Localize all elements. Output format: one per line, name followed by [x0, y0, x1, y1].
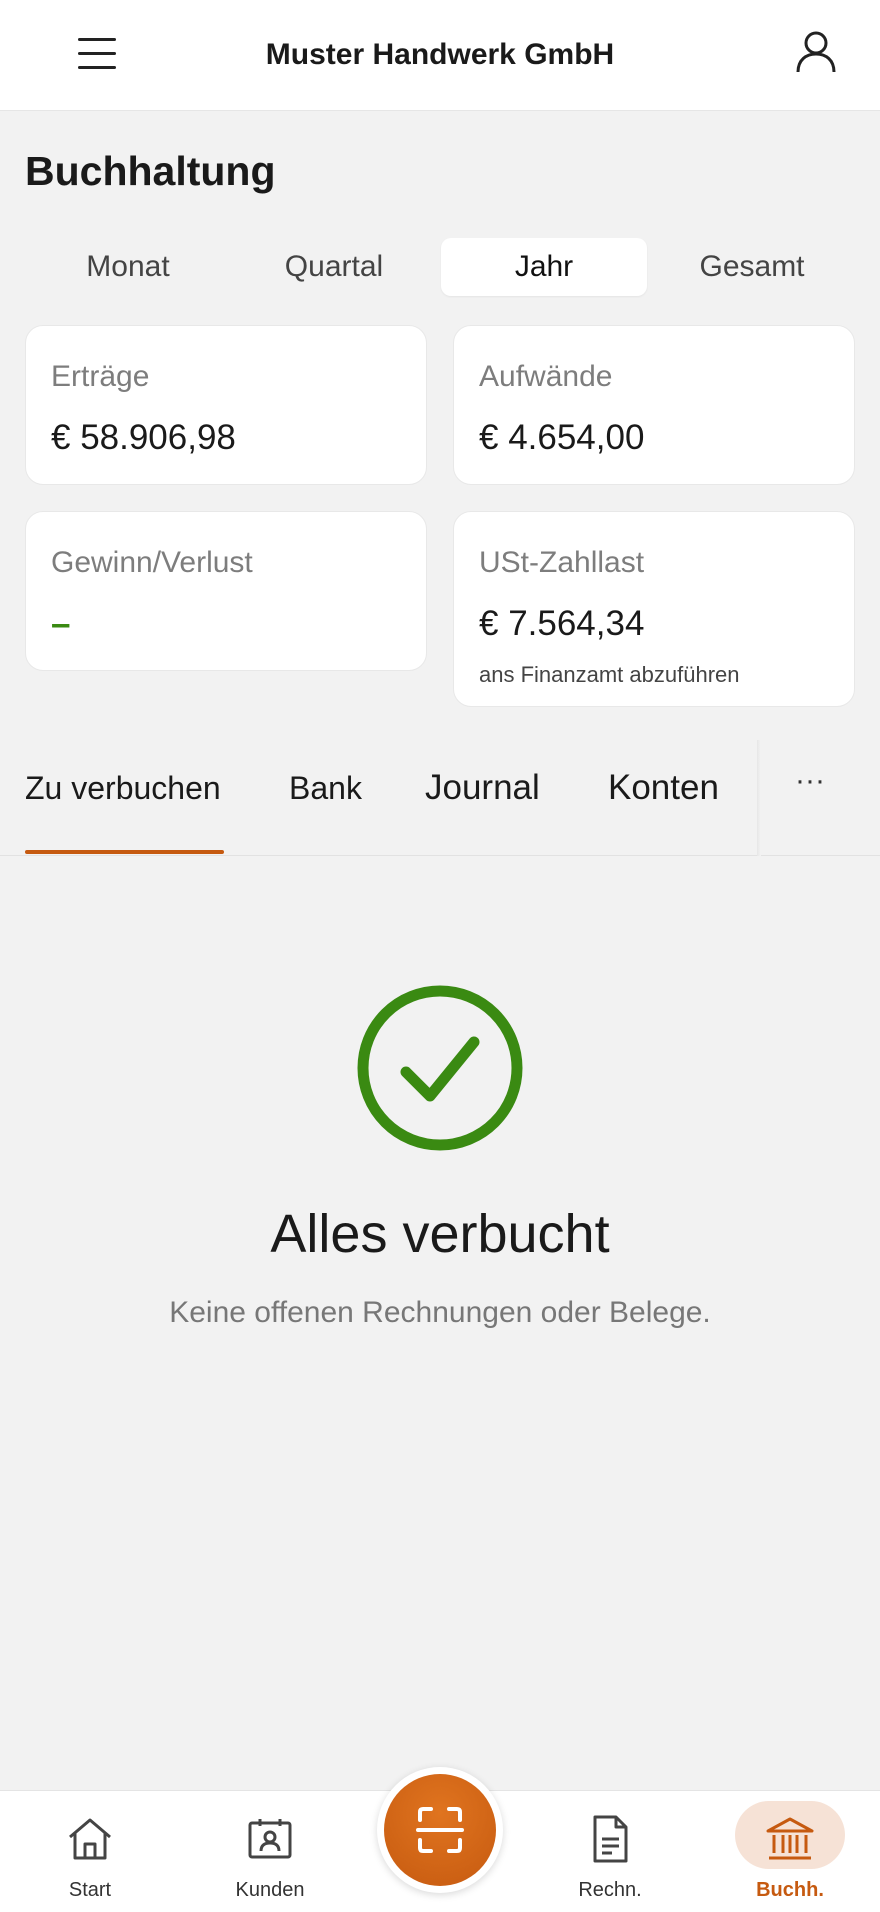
tab-journal[interactable]: Journal [425, 768, 540, 808]
user-profile-icon[interactable] [790, 26, 842, 78]
tab-bank[interactable]: Bank [289, 770, 362, 807]
document-icon [582, 1811, 638, 1867]
kpi-note: ans Finanzamt abzuführen [479, 662, 740, 687]
period-segmented-control: Monat Quartal Jahr Gesamt [25, 238, 855, 296]
scan-icon [416, 1807, 464, 1853]
nav-item-rechnungen[interactable]: Rechn. [550, 1791, 670, 1912]
scan-document-button[interactable] [377, 1767, 503, 1893]
active-tab-indicator [25, 850, 224, 854]
home-icon [62, 1811, 118, 1867]
kpi-card-ust-zahllast: USt-Zahllast € 7.564,34 ans Finanzamt ab… [453, 511, 855, 707]
kpi-value: € 58.906,98 [51, 418, 236, 457]
nav-item-kunden[interactable]: Kunden [210, 1791, 330, 1912]
period-tab-quartal[interactable]: Quartal [231, 238, 437, 296]
scan-button-face [384, 1774, 496, 1886]
period-tab-monat[interactable]: Monat [25, 238, 231, 296]
checkmark-success-icon [356, 984, 524, 1152]
kpi-value: € 7.564,34 [479, 604, 645, 643]
company-title: Muster Handwerk GmbH [265, 38, 615, 71]
empty-state-subtitle: Keine offenen Rechnungen oder Belege. [169, 1296, 711, 1329]
kpi-label: Gewinn/Verlust [51, 546, 253, 579]
nav-item-buchhaltung[interactable]: Buchh. [730, 1791, 850, 1912]
nav-label: Buchh. [756, 1879, 824, 1901]
kpi-card-ertraege: Erträge € 58.906,98 [25, 325, 427, 485]
contacts-icon [242, 1811, 298, 1867]
tab-konten[interactable]: Konten [608, 768, 719, 808]
nav-label: Start [68, 1879, 112, 1901]
page-title: Buchhaltung [25, 148, 276, 194]
kpi-card-aufwaende: Aufwände € 4.654,00 [453, 325, 855, 485]
content-tab-bar: Zu verbuchen Bank Journal Konten ··· [0, 740, 880, 856]
top-app-bar: Muster Handwerk GmbH [0, 0, 880, 111]
kpi-label: Aufwände [479, 360, 613, 393]
nav-item-start[interactable]: Start [30, 1791, 150, 1912]
bank-icon [762, 1811, 818, 1867]
kpi-value: € 4.654,00 [479, 418, 645, 457]
period-tab-jahr[interactable]: Jahr [441, 238, 647, 296]
kpi-label: Erträge [51, 360, 150, 393]
kpi-value: – [51, 604, 71, 643]
nav-label: Rechn. [578, 1879, 642, 1901]
tab-zu-verbuchen[interactable]: Zu verbuchen [25, 770, 221, 807]
nav-label: Kunden [235, 1879, 305, 1901]
empty-state-title: Alles verbucht [270, 1204, 610, 1264]
kpi-card-gewinn-verlust: Gewinn/Verlust – [25, 511, 427, 671]
period-tab-gesamt[interactable]: Gesamt [649, 238, 855, 296]
tab-scroll-divider [757, 740, 761, 856]
more-options-icon[interactable]: ··· [790, 764, 830, 804]
kpi-label: USt-Zahllast [479, 546, 645, 579]
